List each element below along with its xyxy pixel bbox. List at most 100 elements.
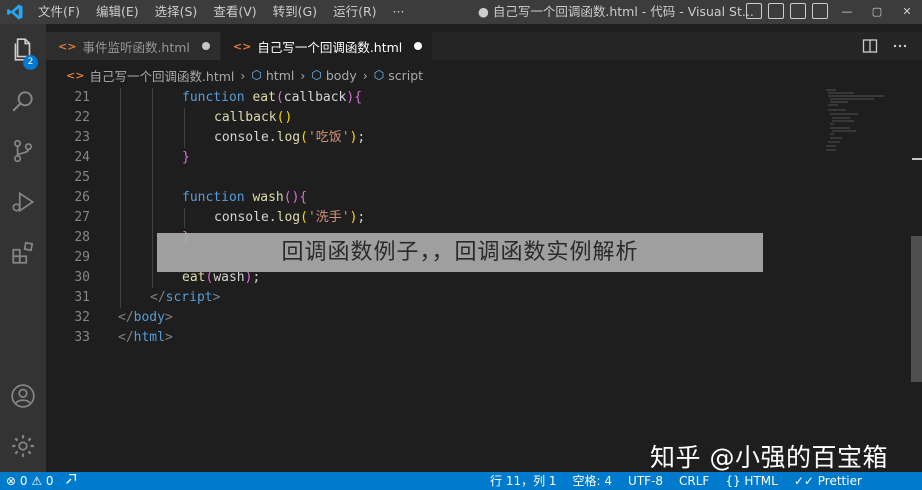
code-token: { (299, 190, 308, 205)
code-line[interactable]: 26 function wash(){ (46, 188, 826, 208)
toggle-secondary-sidebar-icon[interactable] (790, 3, 806, 19)
code-token: ( (300, 210, 308, 225)
code-token: > (164, 310, 173, 325)
code-text: function wash(){ (182, 188, 307, 208)
overview-ruler-marker (912, 158, 922, 160)
indent-guide (152, 128, 153, 148)
menu-view[interactable]: 查看(V) (205, 0, 264, 24)
code-editor[interactable]: 21 function eat(callback){22 callback() 23 c… (46, 88, 922, 472)
code-token: </ (118, 330, 134, 345)
explorer-icon[interactable]: 2 (0, 28, 46, 72)
chevron-right-icon: › (362, 67, 368, 83)
encoding[interactable]: UTF-8 (628, 472, 663, 490)
code-token: console. (214, 210, 277, 225)
code-token: > (164, 330, 173, 345)
more-actions-icon[interactable] (892, 38, 908, 54)
unsaved-dot-icon[interactable] (414, 42, 423, 50)
tab-label: 事件监听函数.html (82, 39, 190, 55)
indent-guide (152, 108, 153, 128)
toggle-panel-icon[interactable] (768, 3, 784, 19)
menu-file[interactable]: 文件(F) (30, 0, 88, 24)
indent-guide (120, 188, 121, 208)
code-line[interactable]: 25 (46, 168, 826, 188)
code-token: console. (214, 130, 277, 145)
tab-label: 自己写一个回调函数.html (257, 39, 403, 55)
minimize-button[interactable]: — (832, 0, 862, 24)
run-debug-icon[interactable] (0, 180, 46, 224)
account-icon[interactable] (0, 374, 46, 418)
menu-go[interactable]: 转到(G) (265, 0, 325, 24)
code-token: ; (357, 210, 366, 225)
problems-indicator[interactable]: ⊗ 0 ⚠ 0 (6, 472, 54, 490)
indent-guide (120, 148, 121, 168)
code-token: callback (214, 110, 277, 125)
end-of-line[interactable]: CRLF (679, 472, 709, 490)
menu-edit[interactable]: 编辑(E) (88, 0, 147, 24)
indent-guide (152, 268, 153, 288)
indent-guide (120, 268, 121, 288)
code-token: wash (252, 190, 284, 205)
customize-layout-icon[interactable] (812, 3, 828, 19)
code-line[interactable]: 33 </html> (46, 328, 826, 348)
breadcrumb-body[interactable]: body (326, 68, 357, 83)
code-line[interactable]: 27 console.log('洗手'); (46, 208, 826, 228)
tab-callback-active[interactable]: <> 自己写一个回调函数.html (220, 32, 434, 60)
vscode-logo-icon (0, 0, 30, 24)
code-line[interactable]: 24} (46, 148, 826, 168)
breadcrumb-html[interactable]: html (266, 68, 294, 83)
chevron-right-icon: › (300, 67, 306, 83)
unsaved-dot-icon[interactable] (201, 42, 210, 50)
close-button[interactable]: ✕ (892, 0, 922, 24)
code-text: console.log('洗手'); (214, 208, 365, 228)
code-line[interactable]: 32 </body> (46, 308, 826, 328)
breadcrumb-file[interactable]: 自己写一个回调函数.html (89, 66, 234, 85)
maximize-button[interactable]: ▢ (862, 0, 892, 24)
split-editor-icon[interactable] (862, 38, 878, 54)
search-icon[interactable] (0, 79, 46, 123)
menu-selection[interactable]: 选择(S) (147, 0, 206, 24)
source-control-icon[interactable] (0, 129, 46, 173)
breadcrumb-script[interactable]: script (388, 68, 423, 83)
vertical-scrollbar[interactable] (911, 236, 922, 382)
indentation[interactable]: 空格: 4 (573, 472, 613, 490)
code-token: function (182, 90, 253, 105)
code-line[interactable]: 23 console.log('吃饭'); (46, 128, 826, 148)
line-number: 32 (74, 310, 90, 325)
live-share-icon[interactable] (64, 472, 78, 486)
status-bar: ⊗ 0 ⚠ 0 行 11，列 1 空格: 4 UTF-8 CRLF {} HTM… (0, 472, 922, 490)
cursor-position[interactable]: 行 11，列 1 (490, 472, 557, 490)
line-number: 31 (74, 290, 90, 305)
breadcrumb: <> 自己写一个回调函数.html › ⬡ html › ⬡ body › ⬡ … (46, 64, 423, 86)
tab-event-listener[interactable]: <> 事件监听函数.html (46, 32, 221, 60)
line-number: 27 (74, 210, 90, 225)
tab-actions (862, 38, 908, 54)
code-token: ; (252, 270, 261, 285)
language-mode[interactable]: {} HTML (725, 472, 777, 490)
menu-run[interactable]: 运行(R) (325, 0, 384, 24)
menu-bar: 文件(F) 编辑(E) 选择(S) 查看(V) 转到(G) 运行(R) ··· (30, 0, 412, 24)
code-token: script (165, 290, 213, 305)
code-line[interactable]: 31 </script> (46, 288, 826, 308)
code-token: body (133, 310, 165, 325)
minimap[interactable] (824, 88, 904, 158)
layout-controls (746, 3, 828, 19)
symbol-element-icon: ⬡ (311, 68, 322, 82)
indent-guide (152, 168, 153, 188)
code-token: ; (357, 130, 366, 145)
indent-guide (152, 188, 153, 208)
menu-more[interactable]: ··· (385, 0, 413, 24)
extensions-icon[interactable] (0, 231, 46, 275)
window-controls: — ▢ ✕ (832, 0, 922, 24)
code-line[interactable]: 22 callback() (46, 108, 826, 128)
code-text: console.log('吃饭'); (214, 128, 365, 148)
code-token: eat (182, 270, 206, 285)
settings-gear-icon[interactable] (0, 424, 46, 468)
prettier-status[interactable]: ✓✓ Prettier (794, 472, 862, 490)
code-token: callback (283, 90, 347, 105)
toggle-sidebar-icon[interactable] (746, 3, 762, 19)
indent-guide (184, 128, 185, 148)
editor-tabs: <> 事件监听函数.html <> 自己写一个回调函数.html (46, 32, 922, 60)
code-token: () (283, 190, 300, 205)
line-number: 33 (74, 330, 90, 345)
code-line[interactable]: 21 function eat(callback){ (46, 88, 826, 108)
